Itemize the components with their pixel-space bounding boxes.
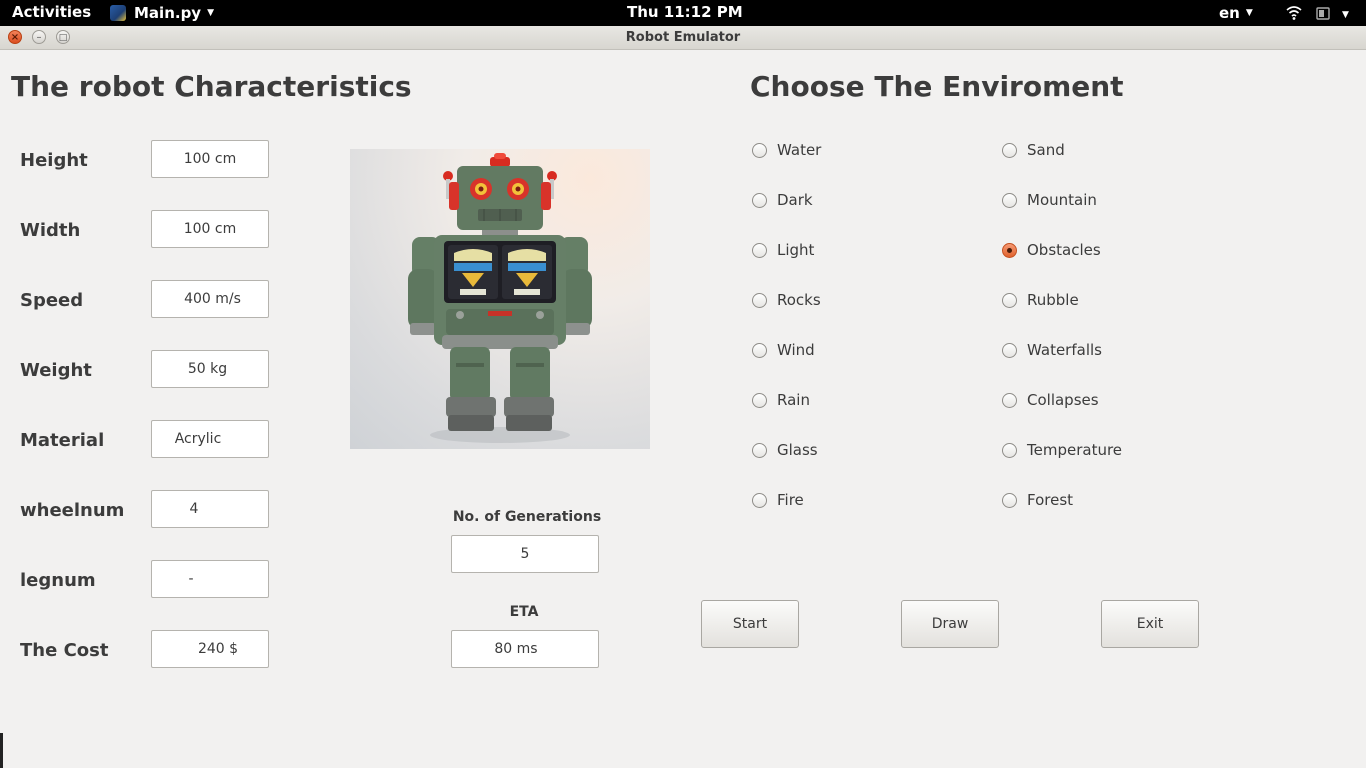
speed-field[interactable]: 400 m/s — [151, 280, 269, 318]
radio-label: Light — [777, 241, 815, 259]
radio-obstacles[interactable]: Obstacles — [1002, 240, 1101, 260]
radio-rain[interactable]: Rain — [752, 390, 810, 410]
radio-indicator-selected[interactable] — [1002, 242, 1017, 258]
radio-rocks[interactable]: Rocks — [752, 290, 821, 310]
radio-wind[interactable]: Wind — [752, 340, 815, 360]
cost-field[interactable]: 240 $ — [151, 630, 269, 668]
radio-forest[interactable]: Forest — [1002, 490, 1073, 510]
material-label: Material — [20, 430, 105, 451]
radio-indicator[interactable] — [1002, 192, 1017, 208]
radio-label: Rubble — [1027, 291, 1079, 309]
radio-label: Rain — [777, 391, 810, 409]
radio-temperature[interactable]: Temperature — [1002, 440, 1122, 460]
generations-label: No. of Generations — [452, 509, 602, 525]
close-window-button[interactable]: × — [8, 30, 22, 44]
window-title: Robot Emulator — [625, 30, 741, 45]
activities-button[interactable]: Activities — [12, 0, 91, 26]
height-label: Height — [20, 150, 88, 171]
app-menu[interactable]: Main.py ▼ — [110, 0, 214, 26]
height-field[interactable]: 100 cm — [151, 140, 269, 178]
draw-button[interactable]: Draw — [901, 600, 999, 648]
width-field[interactable]: 100 cm — [151, 210, 269, 248]
radio-label: Fire — [777, 491, 804, 509]
radio-label: Mountain — [1027, 191, 1097, 209]
generations-field[interactable]: 5 — [451, 535, 599, 573]
wheelnum-field[interactable]: 4 — [151, 490, 269, 528]
radio-label: Rocks — [777, 291, 821, 309]
characteristics-heading: The robot Characteristics — [11, 70, 412, 103]
exit-button[interactable]: Exit — [1101, 600, 1199, 648]
radio-indicator[interactable] — [1002, 292, 1017, 308]
radio-light[interactable]: Light — [752, 240, 814, 260]
weight-field[interactable]: 50 kg — [151, 350, 269, 388]
radio-label: Waterfalls — [1027, 341, 1102, 359]
radio-waterfalls[interactable]: Waterfalls — [1002, 340, 1102, 360]
language-label: en — [1219, 3, 1240, 22]
radio-indicator[interactable] — [752, 492, 767, 508]
weight-label: Weight — [20, 360, 92, 381]
radio-indicator[interactable] — [1002, 342, 1017, 358]
radio-label: Dark — [777, 191, 813, 209]
radio-indicator[interactable] — [752, 442, 767, 458]
radio-indicator[interactable] — [752, 192, 767, 208]
speed-label: Speed — [20, 290, 84, 311]
radio-indicator[interactable] — [1002, 442, 1017, 458]
radio-sand[interactable]: Sand — [1002, 140, 1065, 160]
eta-label: ETA — [509, 604, 539, 620]
radio-indicator[interactable] — [752, 242, 767, 258]
legnum-label: legnum — [20, 570, 96, 591]
radio-indicator[interactable] — [1002, 142, 1017, 158]
robot-image — [350, 149, 650, 449]
radio-collapses[interactable]: Collapses — [1002, 390, 1099, 410]
language-menu[interactable]: en ▼ — [1219, 0, 1253, 26]
radio-water[interactable]: Water — [752, 140, 821, 160]
window-title-bar[interactable]: Robot Emulator × – □ — [0, 26, 1366, 50]
start-button[interactable]: Start — [701, 600, 799, 648]
clock[interactable]: Thu 11:12 PM — [627, 0, 743, 26]
radio-indicator[interactable] — [752, 142, 767, 158]
radio-label: Temperature — [1027, 441, 1123, 459]
radio-label: Sand — [1027, 141, 1065, 159]
radio-glass[interactable]: Glass — [752, 440, 818, 460]
width-label: Width — [20, 220, 81, 241]
radio-mountain[interactable]: Mountain — [1002, 190, 1097, 210]
radio-label: Glass — [777, 441, 818, 459]
chevron-down-icon: ▼ — [207, 7, 215, 18]
python-app-icon — [110, 5, 126, 21]
cost-label: The Cost — [20, 640, 109, 661]
legnum-field[interactable]: - — [151, 560, 269, 598]
chevron-down-icon: ▼ — [1245, 7, 1253, 18]
radio-indicator[interactable] — [752, 342, 767, 358]
maximize-window-button[interactable]: □ — [56, 30, 70, 44]
wheelnum-label: wheelnum — [20, 500, 125, 521]
radio-label: Collapses — [1027, 391, 1099, 409]
eta-field[interactable]: 80 ms — [451, 630, 599, 668]
wifi-icon[interactable] — [1286, 0, 1302, 26]
screen-edge-handle — [0, 733, 3, 768]
material-field[interactable]: Acrylic — [151, 420, 269, 458]
minimize-window-button[interactable]: – — [32, 30, 46, 44]
radio-indicator[interactable] — [1002, 392, 1017, 408]
system-menu-chevron-icon[interactable]: ▼ — [1336, 0, 1349, 26]
app-menu-label: Main.py — [134, 3, 202, 22]
radio-fire[interactable]: Fire — [752, 490, 804, 510]
environment-heading: Choose The Enviroment — [750, 70, 1124, 103]
radio-indicator[interactable] — [752, 292, 767, 308]
radio-label: Water — [777, 141, 822, 159]
radio-label: Wind — [777, 341, 815, 359]
radio-indicator[interactable] — [1002, 492, 1017, 508]
radio-indicator[interactable] — [752, 392, 767, 408]
radio-label: Obstacles — [1027, 241, 1101, 259]
radio-dark[interactable]: Dark — [752, 190, 813, 210]
radio-rubble[interactable]: Rubble — [1002, 290, 1079, 310]
battery-icon[interactable] — [1316, 0, 1330, 26]
radio-label: Forest — [1027, 491, 1074, 509]
top-bar: Activities Main.py ▼ Thu 11:12 PM en ▼ ▼ — [0, 0, 1366, 26]
